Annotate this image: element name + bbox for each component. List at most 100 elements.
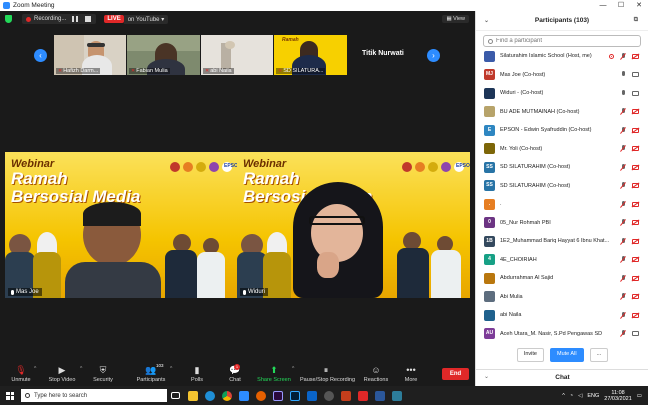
clock[interactable]: 11:08 27/03/2021 xyxy=(604,390,632,402)
participant-row[interactable]: 1B 1E2_Muhammad Bariq Hayyat 6 Ibnu Khat.… xyxy=(476,232,648,250)
chat-header[interactable]: ⌄ Chat xyxy=(476,369,648,384)
video-thumbnail[interactable]: ✕Hafizh Darm... xyxy=(54,35,126,75)
video-options-caret-icon[interactable]: ^ xyxy=(80,366,82,372)
participant-search[interactable] xyxy=(483,35,641,47)
participant-search-input[interactable] xyxy=(496,38,626,44)
zoom-taskbar-icon[interactable] xyxy=(235,386,252,405)
video-thumbnail[interactable]: ✕Fabian Mulia xyxy=(127,35,200,75)
participant-row[interactable]: Abi Mulia xyxy=(476,288,648,306)
participants-caret-icon[interactable]: ^ xyxy=(170,366,172,372)
participant-row[interactable]: Mr. Yoli (Co-host) xyxy=(476,140,648,158)
end-meeting-button[interactable]: End xyxy=(442,368,469,380)
task-view-icon[interactable] xyxy=(167,386,184,405)
photoshop-icon[interactable] xyxy=(286,386,303,405)
polls-button[interactable]: ▮ Polls xyxy=(186,364,208,384)
encryption-shield-icon[interactable] xyxy=(5,15,12,23)
word-icon[interactable] xyxy=(371,386,388,405)
mic-muted-icon[interactable] xyxy=(620,293,626,300)
participants-button[interactable]: 👥 103 Participants xyxy=(134,363,168,383)
reactions-button[interactable]: ☺ Reactions xyxy=(362,364,390,383)
participant-row[interactable]: Abdurrahman Al Sajid xyxy=(476,269,648,287)
participant-name: SD SILATURAHIM (Co-host) xyxy=(500,182,571,189)
unmute-button[interactable]: 🎙 Unmute xyxy=(8,364,34,384)
mic-muted-icon[interactable] xyxy=(620,126,626,134)
mic-muted-icon[interactable] xyxy=(620,145,626,152)
participant-row[interactable]: Widuri - (Co-host) xyxy=(476,84,648,102)
mute-all-button[interactable]: Mute All xyxy=(549,348,584,362)
mic-muted-icon[interactable] xyxy=(620,108,626,115)
main-video-tile[interactable]: Webinar Ramah Bersosial Media EPSON Mas … xyxy=(5,152,238,298)
pause-recording-icon[interactable] xyxy=(71,15,79,23)
edge-browser-icon[interactable] xyxy=(201,386,218,405)
volume-icon[interactable]: ◁ xyxy=(578,393,582,399)
share-options-caret-icon[interactable]: ^ xyxy=(292,366,294,372)
acrobat-icon[interactable] xyxy=(354,386,371,405)
live-badge[interactable]: LIVE xyxy=(104,15,124,23)
video-thumbnail[interactable]: Titik Nurwati xyxy=(348,35,420,75)
video-thumbnail[interactable]: ✕abi Naila xyxy=(201,35,273,75)
participant-row[interactable]: .. xyxy=(476,195,648,213)
clock-date: 27/03/2021 xyxy=(604,395,632,402)
notifications-icon[interactable]: ▭ xyxy=(637,393,642,399)
chat-collapse-chevron-icon[interactable]: ⌄ xyxy=(484,370,489,385)
pause-stop-recording-button[interactable]: ⏸ Pause/Stop Recording xyxy=(300,364,355,384)
participant-row[interactable]: 4 4E_CHOIRIAH xyxy=(476,251,648,269)
minimize-button[interactable]: — xyxy=(594,0,612,11)
next-page-arrow-icon[interactable]: › xyxy=(427,49,440,62)
mic-muted-icon[interactable] xyxy=(620,163,626,171)
mic-muted-icon[interactable] xyxy=(620,52,626,60)
maximize-button[interactable]: ☐ xyxy=(612,0,630,11)
language-indicator[interactable]: ENG xyxy=(587,393,599,399)
security-button[interactable]: ⛨ Security xyxy=(90,364,116,384)
popout-icon[interactable]: ⧉ xyxy=(634,17,638,24)
audio-options-caret-icon[interactable]: ^ xyxy=(34,366,36,372)
participant-avatar: AU xyxy=(484,328,495,339)
more-button[interactable]: ••• More xyxy=(402,364,420,383)
participant-row[interactable]: 0 05_Nur Rohmah PBI xyxy=(476,214,648,232)
mic-muted-icon[interactable] xyxy=(620,200,626,208)
taskbar-search[interactable]: Type here to search xyxy=(21,389,167,402)
video-thumbnail[interactable]: Ramah ✕SD SILATURA... xyxy=(274,35,347,75)
participant-row[interactable]: abi Naila xyxy=(476,306,648,324)
mic-muted-icon[interactable] xyxy=(620,330,626,337)
mic-muted-icon[interactable] xyxy=(620,311,626,319)
file-explorer-icon[interactable] xyxy=(184,386,201,405)
mic-muted-icon[interactable] xyxy=(620,219,626,226)
chat-button[interactable]: 💬1 Chat xyxy=(224,364,246,383)
prev-page-arrow-icon[interactable]: ‹ xyxy=(34,49,47,62)
stop-video-button[interactable]: ▶ Stop Video xyxy=(46,364,78,384)
participant-row[interactable]: Silaturahim Islamic School (Host, me) xyxy=(476,47,648,65)
firefox-icon[interactable] xyxy=(252,386,269,405)
powerpoint-icon[interactable] xyxy=(337,386,354,405)
main-video-tile[interactable]: Webinar Ramah Bersosial Media EPSON Widu… xyxy=(237,152,470,298)
mic-icon[interactable] xyxy=(620,89,626,97)
photos-icon[interactable] xyxy=(388,386,405,405)
participant-row[interactable]: SS SD SILATURAHIM (Co-host) xyxy=(476,158,648,176)
participant-row[interactable]: MJ Mas Joe (Co-host) xyxy=(476,66,648,84)
video-off-icon xyxy=(632,53,639,59)
mic-muted-icon[interactable] xyxy=(620,237,626,245)
more-options-button[interactable]: ... xyxy=(589,348,609,362)
media-player-icon[interactable] xyxy=(320,386,337,405)
mic-muted-icon[interactable] xyxy=(620,256,626,263)
mic-muted-icon[interactable] xyxy=(620,274,626,282)
share-screen-button[interactable]: ⬆ Share Screen xyxy=(256,364,292,384)
chrome-icon[interactable] xyxy=(218,386,235,405)
mic-muted-icon[interactable] xyxy=(620,182,626,189)
invite-button[interactable]: Invite xyxy=(516,348,544,362)
mic-icon[interactable] xyxy=(620,71,626,78)
mail-icon[interactable] xyxy=(303,386,320,405)
tray-chevron-icon[interactable]: ^ xyxy=(562,393,565,399)
participant-row[interactable]: AU Aceh Utara_M. Nasir, S.Pd Pengawas SD xyxy=(476,325,648,343)
collapse-chevron-icon[interactable]: ⌄ xyxy=(484,17,489,24)
premiere-icon[interactable] xyxy=(269,386,286,405)
network-icon[interactable]: ◔ xyxy=(570,393,573,399)
stop-recording-icon[interactable] xyxy=(84,15,92,23)
participant-row[interactable]: E EPSON - Edwin Syafruddin (Co-host) xyxy=(476,121,648,139)
participant-row[interactable]: SS SD SILATURAHIM (Co-host) xyxy=(476,177,648,195)
start-button[interactable] xyxy=(0,386,20,405)
view-button[interactable]: ▦ View xyxy=(442,15,469,23)
participant-row[interactable]: BU ADE MUTMAINAH (Co-host) xyxy=(476,103,648,121)
live-destination[interactable]: on YouTube ▾ xyxy=(123,14,169,24)
close-button[interactable]: ✕ xyxy=(630,0,648,11)
